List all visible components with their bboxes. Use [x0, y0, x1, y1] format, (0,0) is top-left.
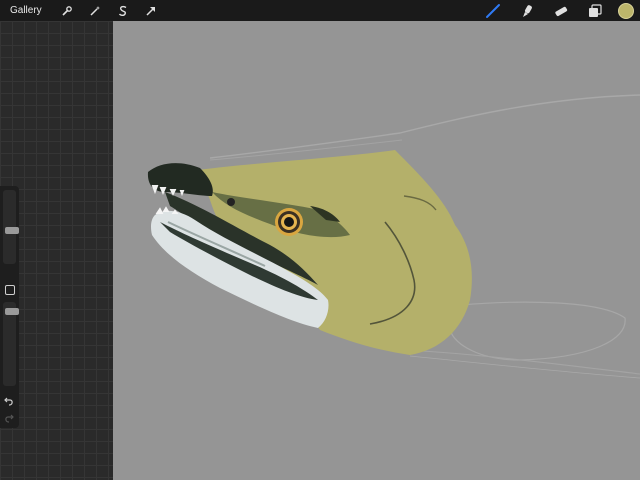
gallery-button[interactable]: Gallery [10, 5, 42, 16]
brush-size-slider[interactable] [3, 190, 19, 264]
brush-control-panel [0, 186, 19, 428]
layers-icon[interactable] [586, 2, 604, 20]
right-tool-group [468, 0, 640, 21]
eraser-icon[interactable] [552, 2, 570, 20]
top-toolbar: Gallery [0, 0, 640, 21]
magic-wand-icon[interactable] [86, 2, 104, 20]
smudge-icon[interactable] [518, 2, 536, 20]
redo-button[interactable] [3, 412, 15, 424]
opacity-thumb[interactable] [5, 308, 19, 315]
opacity-slider[interactable] [3, 302, 19, 386]
drawing-canvas[interactable] [113, 21, 640, 480]
transform-arrow-icon[interactable] [142, 2, 160, 20]
brush-icon[interactable] [484, 2, 502, 20]
left-sidebar [0, 21, 113, 480]
undo-button[interactable] [3, 395, 15, 407]
fish-artwork [147, 94, 640, 379]
color-swatch[interactable] [618, 2, 634, 19]
modify-button[interactable] [5, 285, 15, 295]
selection-s-icon[interactable] [114, 2, 132, 20]
wrench-icon[interactable] [58, 2, 76, 20]
brush-size-thumb[interactable] [5, 227, 19, 234]
